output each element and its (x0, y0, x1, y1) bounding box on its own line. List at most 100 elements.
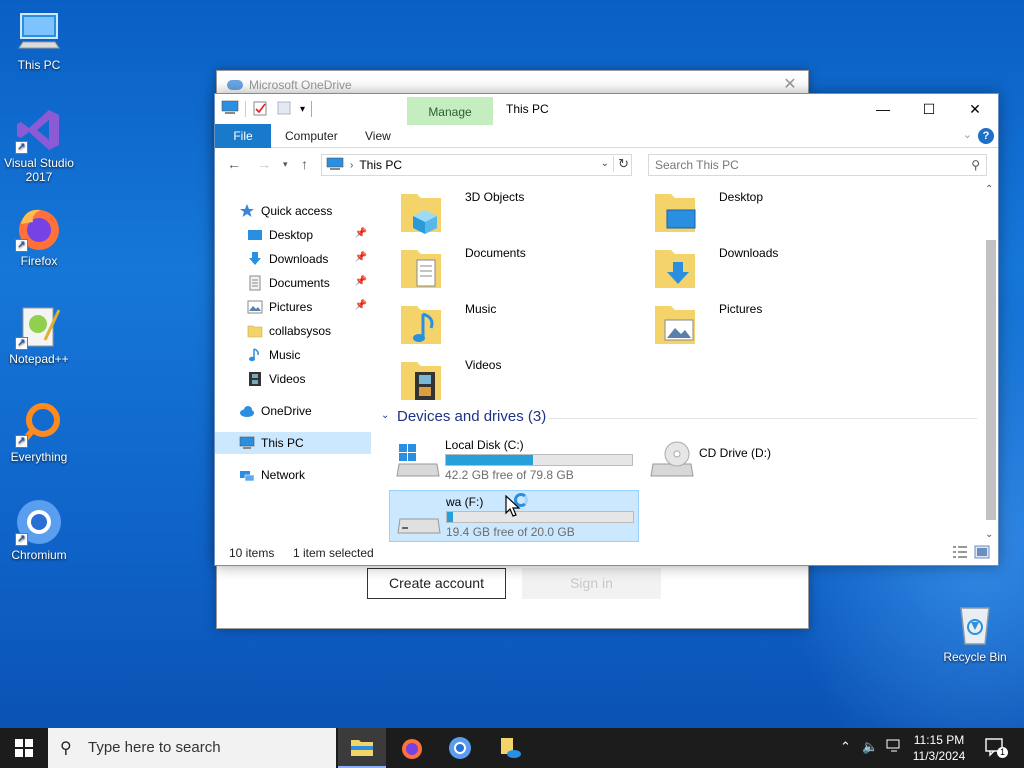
up-arrow-icon[interactable]: ↑ (301, 156, 308, 172)
group-divider (549, 418, 977, 419)
this-pc-small-icon[interactable] (221, 100, 239, 118)
desktop-icon-this-pc[interactable]: This PC (1, 8, 77, 72)
nav-label: Documents (269, 276, 330, 290)
nav-videos[interactable]: Videos (215, 368, 371, 390)
notification-count-badge: 1 (996, 747, 1008, 758)
nav-downloads[interactable]: Downloads 📌 (215, 248, 371, 270)
computer-icon (239, 435, 255, 451)
onedrive-cloud-icon (239, 403, 255, 419)
quick-access-toolbar: ▾ (221, 100, 313, 118)
scrollbar-thumb[interactable] (986, 240, 996, 520)
file-explorer-window: ▾ Manage This PC — ☐ ✕ File Computer Vie… (214, 93, 999, 566)
tab-file[interactable]: File (215, 124, 271, 148)
nav-collabsysos[interactable]: collabsysos (215, 320, 371, 342)
toolbar-divider (245, 101, 246, 117)
start-button[interactable] (0, 728, 48, 768)
taskbar-search-box[interactable]: ⚲ Type here to search (48, 728, 336, 768)
folder-desktop[interactable]: Desktop (651, 186, 891, 240)
folder-videos[interactable]: Videos (397, 354, 637, 408)
volume-muted-icon[interactable]: 🔈 (862, 739, 878, 755)
maximize-button[interactable]: ☐ (906, 94, 952, 124)
taskbar-file-explorer[interactable] (338, 728, 386, 768)
everything-search-icon: ↗ (15, 400, 63, 448)
desktop-icon-chromium[interactable]: ↗ Chromium (1, 498, 77, 562)
sign-in-button[interactable]: Sign in (522, 568, 661, 599)
tab-computer[interactable]: Computer (271, 124, 352, 148)
tab-view[interactable]: View (351, 124, 405, 148)
download-arrow-icon (247, 251, 263, 267)
ribbon-tabs: File Computer View ⌄ ? (215, 124, 998, 148)
folder-downloads[interactable]: Downloads (651, 242, 891, 296)
scroll-up-chevron-icon[interactable]: ⌃ (985, 184, 993, 195)
taskbar: ⚲ Type here to search ⌃ 🔈 11:15 PM 11/3/… (0, 728, 1024, 768)
nav-pictures[interactable]: Pictures 📌 (215, 296, 371, 318)
forward-arrow-icon[interactable]: → (257, 156, 271, 172)
music-note-icon (247, 347, 263, 363)
nav-documents[interactable]: Documents 📌 (215, 272, 371, 294)
desktop-icon-notepad-plus-plus[interactable]: ↗ Notepad++ (1, 302, 77, 366)
scroll-down-chevron-icon[interactable]: ⌄ (985, 529, 993, 540)
desktop-icon-recycle-bin[interactable]: Recycle Bin (937, 600, 1013, 664)
nav-onedrive[interactable]: OneDrive (215, 400, 371, 422)
taskbar-firefox[interactable] (388, 728, 436, 768)
nav-quick-access[interactable]: Quick access (215, 200, 371, 222)
show-hidden-icons-chevron-icon[interactable]: ⌃ (840, 739, 851, 755)
folder-music[interactable]: Music (397, 298, 637, 352)
customize-toolbar-icon[interactable]: ▾ (300, 104, 305, 115)
properties-icon[interactable] (252, 100, 270, 118)
nav-label: OneDrive (261, 404, 312, 418)
desktop-folder-icon (247, 227, 263, 243)
folder-pictures[interactable]: Pictures (651, 298, 891, 352)
drive-c[interactable]: Local Disk (C:) 42.2 GB free of 79.8 GB (389, 434, 639, 486)
navigation-pane: Quick access Desktop 📌 Downloads 📌 Docum… (215, 182, 375, 542)
refresh-icon[interactable]: ↻ (613, 156, 629, 172)
folder-3d-objects[interactable]: 3D Objects (397, 186, 637, 240)
onedrive-close-button[interactable]: ✕ (780, 75, 800, 95)
item-count: 10 items (229, 546, 275, 560)
drive-d[interactable]: CD Drive (D:) (643, 434, 893, 486)
action-center-button[interactable]: 1 (984, 736, 1008, 758)
close-button[interactable]: ✕ (952, 94, 998, 124)
vertical-scrollbar[interactable]: ⌃ ⌄ (984, 182, 996, 542)
taskbar-chromium[interactable] (436, 728, 484, 768)
folder-documents[interactable]: Documents (397, 242, 637, 296)
create-account-button[interactable]: Create account (367, 568, 506, 599)
recent-locations-chevron-icon[interactable]: ▾ (283, 159, 288, 170)
minimize-button[interactable]: — (860, 94, 906, 124)
drive-usage-bar (446, 511, 634, 523)
system-clock[interactable]: 11:15 PM 11/3/2024 (898, 732, 980, 764)
tab-manage[interactable]: Manage (407, 97, 493, 125)
back-arrow-icon[interactable]: ← (227, 156, 241, 172)
nav-desktop[interactable]: Desktop 📌 (215, 224, 371, 246)
music-folder-icon (397, 300, 445, 348)
shortcut-arrow-icon: ↗ (15, 141, 28, 154)
search-input[interactable]: Search This PC ⚲ (648, 154, 987, 176)
details-view-icon[interactable] (952, 545, 968, 559)
nav-label: Pictures (269, 300, 313, 314)
nav-network[interactable]: Network (215, 464, 371, 486)
downloads-folder-icon (651, 244, 699, 292)
expand-ribbon-chevron-icon[interactable]: ⌄ (963, 128, 972, 141)
address-row: ← → ▾ ↑ › This PC ⌄ ↻ Search This PC ⚲ (215, 148, 998, 180)
breadcrumb-this-pc[interactable]: This PC (359, 158, 402, 172)
collapse-chevron-icon[interactable]: ⌄ (381, 410, 389, 421)
desktop-icon-visual-studio[interactable]: ↗ Visual Studio 2017 (1, 106, 77, 184)
nav-this-pc[interactable]: This PC (215, 432, 371, 454)
desktop-icon-label: Recycle Bin (943, 650, 1007, 664)
desktop-icon-everything[interactable]: ↗ Everything (1, 400, 77, 464)
cd-drive-icon (649, 440, 695, 480)
drive-usage-bar (445, 454, 633, 466)
status-bar: 10 items 1 item selected (215, 541, 998, 565)
help-icon[interactable]: ? (978, 128, 994, 144)
removable-drive-icon (396, 497, 442, 537)
onedrive-cloud-icon (227, 80, 243, 90)
nav-music[interactable]: Music (215, 344, 371, 366)
devices-drives-group-header[interactable]: ⌄ Devices and drives (3) (381, 408, 977, 428)
large-icons-view-icon[interactable] (974, 545, 990, 559)
new-folder-icon[interactable] (276, 100, 294, 118)
taskbar-onedrive-setup[interactable] (486, 728, 534, 768)
desktop-icon-firefox[interactable]: ↗ Firefox (1, 204, 77, 268)
address-dropdown-icon[interactable]: ⌄ (601, 158, 609, 169)
address-bar[interactable]: › This PC ⌄ ↻ (321, 154, 632, 176)
breadcrumb-chevron-icon[interactable]: › (350, 160, 353, 171)
